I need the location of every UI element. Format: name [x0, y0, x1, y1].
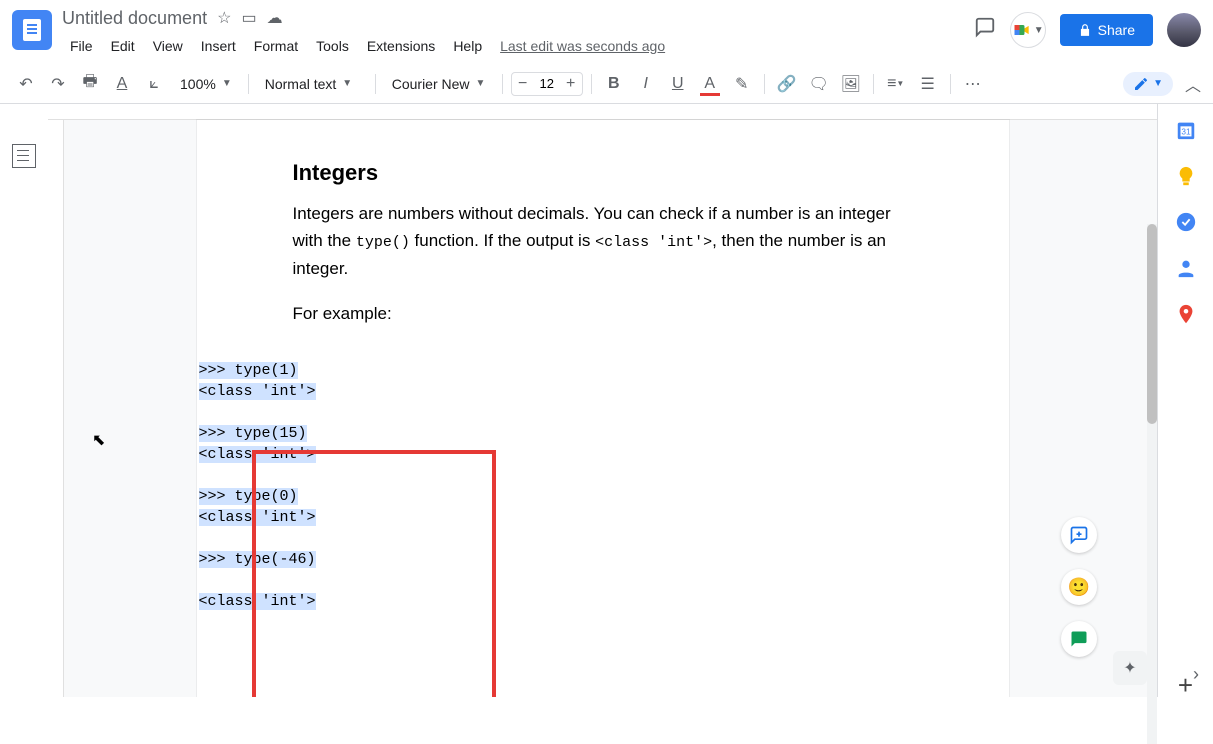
- cloud-status-icon[interactable]: ☁: [267, 8, 283, 28]
- share-button[interactable]: Share: [1060, 14, 1153, 46]
- add-comment-bubble-icon[interactable]: [1061, 517, 1097, 553]
- menu-extensions[interactable]: Extensions: [359, 34, 443, 58]
- document-canvas[interactable]: Integers Integers are numbers without de…: [48, 104, 1157, 697]
- insert-image-icon[interactable]: 🖼: [837, 70, 865, 98]
- collapse-toolbar-icon[interactable]: ︿: [1185, 72, 1201, 96]
- add-comment-icon[interactable]: 🗨: [805, 70, 833, 98]
- font-size-increase[interactable]: +: [560, 75, 582, 93]
- code-block[interactable]: >>> type(1)<class 'int'> >>> type(15)<cl…: [197, 352, 913, 620]
- menu-bar: File Edit View Insert Format Tools Exten…: [62, 34, 974, 58]
- menu-tools[interactable]: Tools: [308, 34, 357, 58]
- paragraph-1[interactable]: Integers are numbers without decimals. Y…: [293, 200, 913, 282]
- calendar-app-icon[interactable]: 31: [1174, 118, 1198, 142]
- italic-icon[interactable]: I: [632, 70, 660, 98]
- explore-button[interactable]: ✦: [1113, 651, 1147, 685]
- text-color-icon[interactable]: A: [696, 70, 724, 98]
- underline-icon[interactable]: U: [664, 70, 692, 98]
- move-icon[interactable]: ▭: [241, 8, 256, 28]
- paragraph-style-select[interactable]: Normal text▼: [257, 70, 367, 98]
- undo-icon[interactable]: ↶: [12, 70, 40, 98]
- menu-insert[interactable]: Insert: [193, 34, 244, 58]
- star-icon[interactable]: ☆: [217, 8, 231, 28]
- share-label: Share: [1098, 22, 1135, 38]
- line-spacing-icon[interactable]: ☰: [914, 70, 942, 98]
- redo-icon[interactable]: ↷: [44, 70, 72, 98]
- svg-text:31: 31: [1181, 128, 1191, 137]
- left-rail: [0, 104, 48, 697]
- font-size-decrease[interactable]: −: [512, 75, 534, 93]
- tasks-app-icon[interactable]: [1174, 210, 1198, 234]
- emoji-reaction-icon[interactable]: 🙂: [1061, 569, 1097, 605]
- maps-app-icon[interactable]: [1174, 302, 1198, 326]
- menu-help[interactable]: Help: [445, 34, 490, 58]
- document-title[interactable]: Untitled document: [62, 8, 207, 29]
- more-icon[interactable]: ⋯: [959, 70, 987, 98]
- font-select[interactable]: Courier New▼: [384, 70, 494, 98]
- menu-file[interactable]: File: [62, 34, 101, 58]
- vertical-ruler[interactable]: [48, 120, 64, 697]
- insert-link-icon[interactable]: 🔗: [773, 70, 801, 98]
- spellcheck-icon[interactable]: A: [108, 70, 136, 98]
- menu-edit[interactable]: Edit: [103, 34, 143, 58]
- keep-app-icon[interactable]: [1174, 164, 1198, 188]
- contacts-app-icon[interactable]: [1174, 256, 1198, 280]
- font-size-input[interactable]: [534, 76, 560, 91]
- paint-format-icon[interactable]: ⟀: [140, 70, 168, 98]
- suggest-edits-icon[interactable]: [1061, 621, 1097, 657]
- comments-icon[interactable]: [974, 16, 996, 44]
- horizontal-ruler[interactable]: [48, 104, 1157, 120]
- heading-integers[interactable]: Integers: [293, 160, 913, 186]
- side-panel: 31 +: [1157, 104, 1213, 697]
- meet-button[interactable]: ▼: [1010, 12, 1046, 48]
- font-size-stepper[interactable]: − +: [511, 72, 583, 96]
- titlebar: Untitled document ☆ ▭ ☁ File Edit View I…: [0, 0, 1213, 64]
- menu-format[interactable]: Format: [246, 34, 306, 58]
- page[interactable]: Integers Integers are numbers without de…: [197, 120, 1009, 697]
- account-avatar[interactable]: [1167, 13, 1201, 47]
- toolbar: ↶ ↷ 🖶 A ⟀ 100%▼ Normal text▼ Courier New…: [0, 64, 1213, 104]
- menu-view[interactable]: View: [145, 34, 191, 58]
- align-icon[interactable]: ≡▼: [882, 70, 910, 98]
- hide-side-panel-icon[interactable]: ›: [1193, 664, 1199, 685]
- print-icon[interactable]: 🖶: [76, 70, 104, 98]
- highlight-icon[interactable]: ✎: [728, 70, 756, 98]
- editing-mode-button[interactable]: ▼: [1123, 72, 1173, 96]
- zoom-select[interactable]: 100%▼: [172, 70, 240, 98]
- bold-icon[interactable]: B: [600, 70, 628, 98]
- docs-logo-icon[interactable]: [12, 10, 52, 50]
- paragraph-2[interactable]: For example:: [293, 300, 913, 327]
- outline-icon[interactable]: [12, 144, 36, 168]
- floating-tools: 🙂: [1061, 517, 1097, 657]
- last-edit-link[interactable]: Last edit was seconds ago: [500, 38, 665, 54]
- vertical-scrollbar[interactable]: [1147, 224, 1157, 744]
